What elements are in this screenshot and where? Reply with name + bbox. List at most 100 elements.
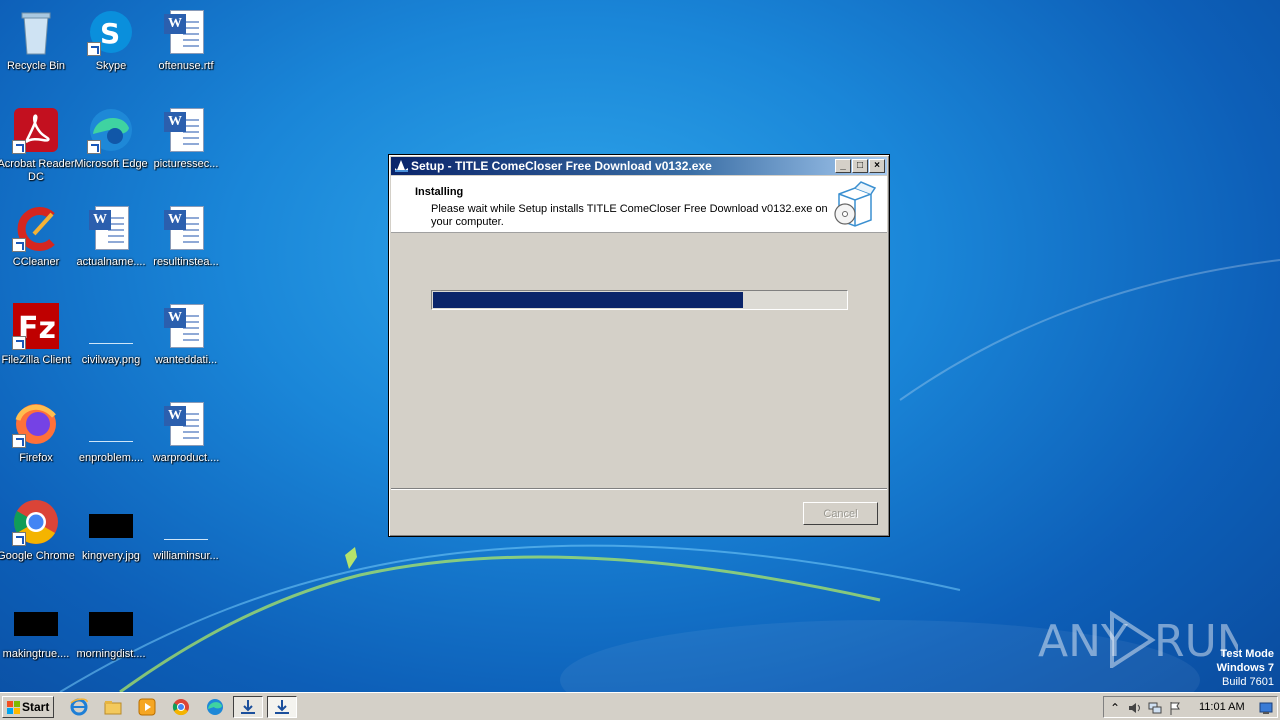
shortcut-arrow-icon [87, 140, 101, 154]
word-document-icon: W [87, 204, 135, 252]
shortcut-arrow-icon [12, 336, 26, 350]
setup-installer-icon [241, 700, 255, 714]
desktop-icon-label: enproblem.... [78, 452, 144, 464]
start-button[interactable]: Start [2, 696, 54, 718]
taskbar-setup-button-2[interactable] [267, 696, 297, 718]
chrome-icon [12, 498, 60, 546]
desktop-icon-label: morningdist.... [76, 648, 146, 660]
desktop-icon-enproblem[interactable]: enproblem.... [72, 400, 150, 465]
svg-text:S: S [100, 17, 120, 50]
desktop-icon-oftenuse[interactable]: W oftenuse.rtf [147, 8, 225, 73]
recycle-bin-icon [12, 8, 60, 56]
shortcut-arrow-icon [12, 434, 26, 448]
edge-icon [87, 106, 135, 154]
word-document-icon: W [162, 302, 210, 350]
install-progress-bar [431, 290, 848, 310]
desktop-icon-skype[interactable]: S Skype [72, 8, 150, 73]
chrome-taskbar-icon[interactable] [172, 698, 190, 716]
desktop-icon-label: oftenuse.rtf [158, 60, 214, 72]
maximize-button[interactable]: □ [852, 159, 868, 173]
internet-explorer-icon[interactable] [70, 698, 88, 716]
windows-flag-icon [7, 701, 20, 714]
file-explorer-icon[interactable] [104, 698, 122, 716]
image-file-icon [12, 596, 60, 644]
ccleaner-icon [12, 204, 60, 252]
desktop-icon-warproduct[interactable]: W warproduct.... [147, 400, 225, 465]
system-tray: ⌃ 11:01 AM [1103, 696, 1278, 718]
network-icon[interactable] [1148, 701, 1162, 715]
taskbar: Start ⌃ 11:01 AM [0, 692, 1280, 720]
install-box-disc-icon [834, 181, 877, 227]
action-center-flag-icon[interactable] [1168, 701, 1182, 715]
desktop-icon-recycle-bin[interactable]: Recycle Bin [0, 8, 75, 73]
desktop-icon-label: Google Chrome [0, 550, 75, 562]
word-document-icon: W [162, 204, 210, 252]
desktop-icon-label: civilway.png [81, 354, 141, 366]
desktop-icon-acrobat-reader[interactable]: Acrobat Reader DC [0, 106, 75, 184]
setup-app-icon [395, 160, 408, 172]
desktop-icon-label: Acrobat Reader DC [0, 158, 75, 183]
desktop-icon-actualname[interactable]: W actualname.... [72, 204, 150, 269]
word-document-icon: W [162, 400, 210, 448]
image-file-icon [87, 302, 135, 350]
install-progress-fill [433, 292, 743, 308]
setup-window-title: Setup - TITLE ComeCloser Free Download v… [411, 159, 712, 173]
desktop-icon-filezilla[interactable]: Fz FileZilla Client [0, 302, 75, 367]
setup-title-bar[interactable]: Setup - TITLE ComeCloser Free Download v… [391, 157, 887, 175]
image-file-icon [162, 498, 210, 546]
install-heading: Installing [415, 186, 464, 198]
firefox-icon [12, 400, 60, 448]
setup-header-panel: Installing Please wait while Setup insta… [391, 176, 887, 233]
desktop-icon-kingvery[interactable]: kingvery.jpg [72, 498, 150, 563]
media-player-icon[interactable] [138, 698, 156, 716]
desktop-icon-microsoft-edge[interactable]: Microsoft Edge [72, 106, 150, 171]
desktop-icon-label: Microsoft Edge [74, 158, 148, 170]
shortcut-arrow-icon [12, 532, 26, 546]
desktop-icon-label: actualname.... [76, 256, 146, 268]
desktop-icon-ccleaner[interactable]: CCleaner [0, 204, 75, 269]
shortcut-arrow-icon [87, 42, 101, 56]
setup-window: Setup - TITLE ComeCloser Free Download v… [388, 154, 890, 537]
minimize-button[interactable]: _ [835, 159, 851, 173]
desktop-icon-label: CCleaner [12, 256, 60, 268]
taskbar-setup-button-1[interactable] [233, 696, 263, 718]
shortcut-arrow-icon [12, 238, 26, 252]
desktop-icon-label: wanteddati... [154, 354, 218, 366]
desktop-icon-makingtrue[interactable]: makingtrue.... [0, 596, 75, 661]
filezilla-icon: Fz [12, 302, 60, 350]
desktop-icon-label: Recycle Bin [6, 60, 66, 72]
button-area-divider [391, 488, 887, 490]
tray-expand-icon[interactable]: ⌃ [1108, 701, 1122, 715]
desktop-icon-wanteddati[interactable]: W wanteddati... [147, 302, 225, 367]
desktop-icon-morningdist[interactable]: morningdist.... [72, 596, 150, 661]
desktop-icon-resultinstea[interactable]: W resultinstea... [147, 204, 225, 269]
volume-icon[interactable] [1128, 701, 1142, 715]
desktop-icon-label: FileZilla Client [1, 354, 71, 366]
os-name-label: Windows 7 [1216, 662, 1274, 674]
install-description: Please wait while Setup installs TITLE C… [431, 203, 828, 228]
setup-installer-icon [275, 700, 289, 714]
desktop-icon-label: warproduct.... [152, 452, 220, 464]
word-document-icon: W [162, 8, 210, 56]
image-file-icon [87, 596, 135, 644]
desktop-icon-label: picturessec... [153, 158, 219, 170]
anyrun-watermark: ANY RUN [1038, 610, 1238, 668]
cancel-button[interactable]: Cancel [803, 502, 878, 525]
desktop-icon-label: Firefox [19, 452, 53, 464]
acrobat-reader-icon [12, 106, 60, 154]
build-label: Build 7601 [1222, 676, 1274, 688]
desktop-icon-williaminsur[interactable]: williaminsur... [147, 498, 225, 563]
desktop-icon-picturessec[interactable]: W picturessec... [147, 106, 225, 171]
desktop-icon-label: makingtrue.... [2, 648, 70, 660]
desktop-icon-google-chrome[interactable]: Google Chrome [0, 498, 75, 563]
shortcut-arrow-icon [12, 140, 26, 154]
show-desktop-icon[interactable] [1259, 701, 1273, 715]
desktop-icon-civilway[interactable]: civilway.png [72, 302, 150, 367]
edge-taskbar-icon[interactable] [206, 698, 224, 716]
test-mode-label: Test Mode [1220, 648, 1274, 660]
taskbar-clock[interactable]: 11:01 AM [1199, 701, 1245, 713]
close-button[interactable]: × [869, 159, 885, 173]
desktop-icon-firefox[interactable]: Firefox [0, 400, 75, 465]
test-mode-notice: Test Mode Windows 7 Build 7601 [1217, 647, 1274, 689]
desktop-icon-label: kingvery.jpg [82, 550, 140, 562]
